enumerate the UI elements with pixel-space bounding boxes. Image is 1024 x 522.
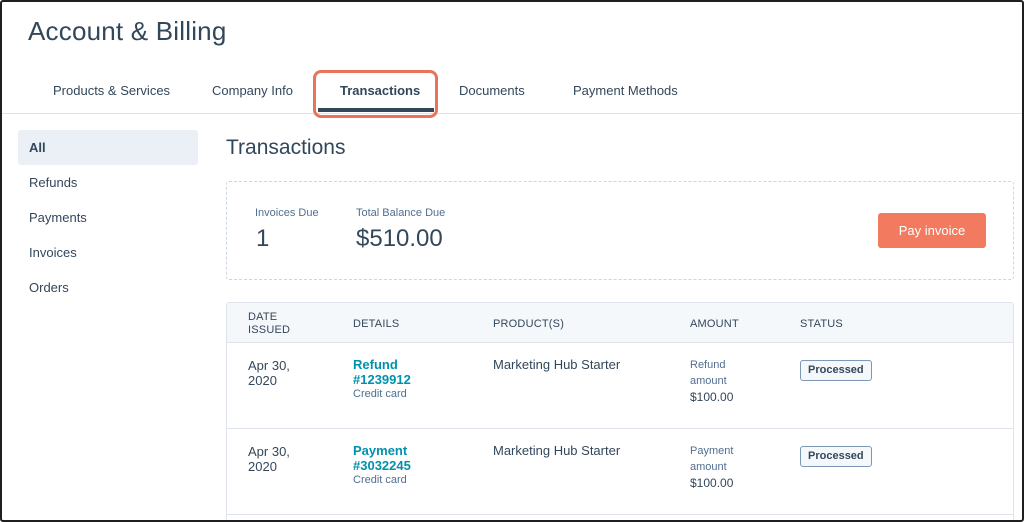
amount-value: $100.00 bbox=[690, 390, 734, 404]
header-amount: AMOUNT bbox=[690, 318, 739, 330]
header-products: PRODUCT(S) bbox=[493, 318, 565, 330]
invoices-due-value: 1 bbox=[256, 225, 270, 252]
date-line1: Apr 30, bbox=[248, 358, 290, 373]
transaction-link[interactable]: Refund #1239912 bbox=[353, 357, 411, 387]
page-title: Account & Billing bbox=[28, 16, 227, 46]
tab-payment-methods[interactable]: Payment Methods bbox=[573, 68, 678, 114]
details-cell: Refund #1239912 Credit card bbox=[353, 357, 411, 402]
product-cell: Marketing Hub Starter bbox=[493, 357, 621, 372]
transaction-number: #3032245 bbox=[353, 458, 411, 473]
header-status: STATUS bbox=[800, 318, 843, 330]
transactions-table: DATE ISSUED DETAILS PRODUCT(S) AMOUNT ST… bbox=[226, 302, 1014, 520]
amount-label: Payment amount bbox=[690, 443, 740, 475]
details-cell: Payment #3032245 Credit card bbox=[353, 443, 411, 488]
amount-value: $100.00 bbox=[690, 476, 734, 490]
transaction-number: #1239912 bbox=[353, 372, 411, 387]
payment-method: Credit card bbox=[353, 474, 407, 486]
sidebar-item-orders[interactable]: Orders bbox=[18, 270, 198, 305]
active-tab-indicator bbox=[318, 108, 434, 112]
amount-label-line1: Refund bbox=[690, 359, 726, 371]
pay-invoice-button[interactable]: Pay invoice bbox=[878, 213, 986, 248]
table-row: Apr 30, 2020 Refund #1239912 Credit card… bbox=[227, 343, 1013, 429]
table-header: DATE ISSUED DETAILS PRODUCT(S) AMOUNT ST… bbox=[227, 303, 1013, 343]
header-date-issued: DATE ISSUED bbox=[248, 311, 290, 337]
date-line1: Apr 30, bbox=[248, 444, 290, 459]
date-line2: 2020 bbox=[248, 373, 277, 388]
transaction-type: Payment bbox=[353, 443, 408, 458]
transaction-type: Refund bbox=[353, 357, 398, 372]
amount-cell: Refund amount $100.00 bbox=[690, 357, 740, 405]
table-row: Apr 30, 2020 Payment #3032245 Credit car… bbox=[227, 429, 1013, 515]
section-title: Transactions bbox=[226, 136, 346, 159]
transaction-link[interactable]: Payment #3032245 bbox=[353, 443, 411, 473]
sidebar-item-all[interactable]: All bbox=[18, 130, 198, 165]
date-line2: 2020 bbox=[248, 459, 277, 474]
sidebar: All Refunds Payments Invoices Orders bbox=[18, 130, 198, 305]
tab-products-services[interactable]: Products & Services bbox=[53, 68, 170, 114]
product-cell: Marketing Hub Starter bbox=[493, 443, 621, 458]
amount-label-line2: amount bbox=[690, 375, 727, 387]
header-date-line2: ISSUED bbox=[248, 324, 291, 336]
date-cell: Apr 30, 2020 bbox=[248, 444, 290, 474]
amount-label: Refund amount bbox=[690, 357, 740, 389]
header-details: DETAILS bbox=[353, 318, 400, 330]
tab-company-info[interactable]: Company Info bbox=[212, 68, 293, 114]
app-window: Account & Billing Products & Services Co… bbox=[0, 0, 1024, 522]
amount-cell: Payment amount $100.00 bbox=[690, 443, 740, 491]
balance-summary-card: Invoices Due 1 Total Balance Due $510.00… bbox=[226, 181, 1014, 280]
amount-label-line2: amount bbox=[690, 461, 727, 473]
tab-bar: Products & Services Company Info Transac… bbox=[2, 68, 1022, 114]
status-badge: Processed bbox=[800, 360, 872, 381]
tab-documents[interactable]: Documents bbox=[459, 68, 525, 114]
status-badge: Processed bbox=[800, 446, 872, 467]
sidebar-item-payments[interactable]: Payments bbox=[18, 200, 198, 235]
invoices-due-label: Invoices Due bbox=[255, 207, 319, 219]
payment-method: Credit card bbox=[353, 388, 407, 400]
date-cell: Apr 30, 2020 bbox=[248, 358, 290, 388]
sidebar-item-refunds[interactable]: Refunds bbox=[18, 165, 198, 200]
amount-label-line1: Payment bbox=[690, 445, 734, 457]
header-date-line1: DATE bbox=[248, 311, 278, 323]
balance-due-label: Total Balance Due bbox=[356, 207, 446, 219]
balance-due-value: $510.00 bbox=[356, 225, 443, 252]
sidebar-item-invoices[interactable]: Invoices bbox=[18, 235, 198, 270]
